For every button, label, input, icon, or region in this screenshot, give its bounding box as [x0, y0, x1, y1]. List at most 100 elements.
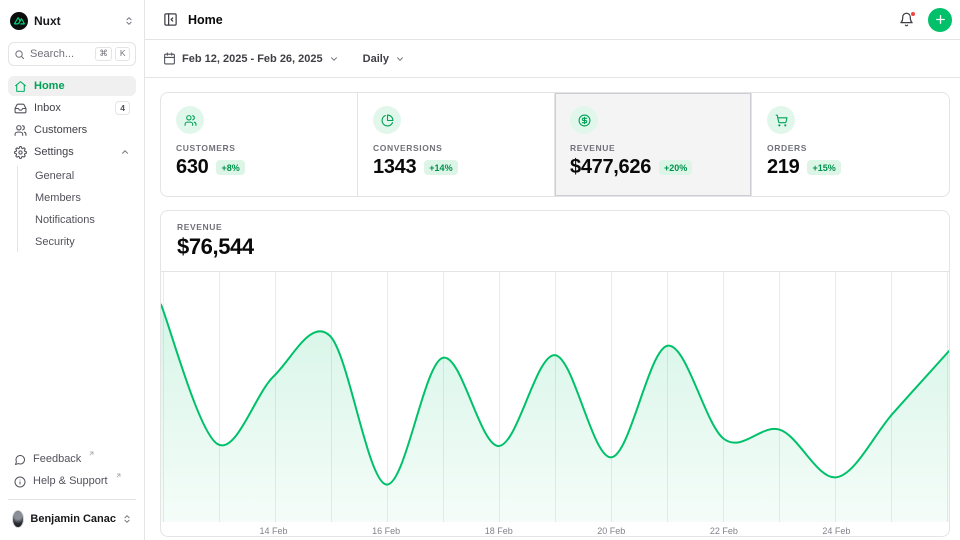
user-name: Benjamin Canac — [30, 513, 116, 525]
sidebar-item-label: Inbox — [34, 102, 61, 114]
filters-toolbar: Feb 12, 2025 - Feb 26, 2025 Daily — [145, 40, 960, 78]
chevron-down-icon — [395, 54, 405, 64]
stat-label: ORDERS — [767, 143, 934, 153]
stat-label: REVENUE — [570, 143, 736, 153]
stat-value: 219 — [767, 156, 799, 179]
sidebar-subitem-label: General — [35, 170, 74, 182]
stat-card-conversions[interactable]: CONVERSIONS 1343 +14% — [358, 93, 555, 196]
date-range-picker[interactable]: Feb 12, 2025 - Feb 26, 2025 — [163, 52, 339, 65]
stat-delta-badge: +15% — [807, 160, 840, 175]
sidebar-item-home[interactable]: Home — [8, 76, 136, 96]
sidebar-item-security[interactable]: Security — [18, 232, 136, 252]
kbd-k: K — [115, 47, 130, 60]
notification-dot — [910, 11, 916, 17]
stats-row: CUSTOMERS 630 +8% CONVERSIONS 1343 +14% — [160, 92, 950, 197]
feedback-link[interactable]: Feedback — [8, 451, 136, 471]
revenue-chart-card: REVENUE $76,544 — [160, 210, 950, 537]
workspace-switcher[interactable]: Nuxt — [8, 10, 136, 32]
footer-link-label: Help & Support — [33, 475, 108, 487]
help-support-link[interactable]: Help & Support — [8, 473, 136, 493]
stat-card-customers[interactable]: CUSTOMERS 630 +8% — [161, 93, 358, 196]
pie-chart-icon — [373, 106, 401, 134]
revenue-area-chart[interactable] — [161, 272, 949, 522]
sidebar-item-general[interactable]: General — [18, 166, 136, 186]
x-tick-label: 18 Feb — [485, 526, 513, 536]
main-panel: Home Feb 12, 2025 - Feb 26, 2025 — [145, 0, 960, 540]
stat-label: CUSTOMERS — [176, 143, 342, 153]
stat-delta-badge: +8% — [216, 160, 244, 175]
message-circle-icon — [14, 454, 26, 466]
user-menu[interactable]: Benjamin Canac — [8, 508, 136, 530]
cart-icon — [767, 106, 795, 134]
stat-delta-badge: +20% — [659, 160, 692, 175]
chevron-up-down-icon — [122, 514, 132, 524]
sidebar-spacer — [0, 254, 144, 451]
sidebar-subitem-label: Members — [35, 192, 81, 204]
search-icon — [14, 49, 25, 60]
x-tick-label: 16 Feb — [372, 526, 400, 536]
sidebar-item-notifications[interactable]: Notifications — [18, 210, 136, 230]
sidebar-item-label: Settings — [34, 146, 74, 158]
sidebar-item-label: Customers — [34, 124, 87, 136]
home-icon — [14, 80, 27, 93]
gear-icon — [14, 146, 27, 159]
page-title: Home — [188, 13, 223, 27]
sidebar-item-label: Home — [34, 80, 65, 92]
circle-dollar-icon — [570, 106, 598, 134]
period-value: Daily — [363, 53, 389, 65]
date-range-value: Feb 12, 2025 - Feb 26, 2025 — [182, 53, 323, 65]
sidebar-item-inbox[interactable]: Inbox 4 — [8, 98, 136, 118]
page-header: Home — [145, 0, 960, 40]
settings-submenu: General Members Notifications Security — [17, 166, 136, 252]
search-placeholder: Search... — [30, 48, 74, 60]
stat-label: CONVERSIONS — [373, 143, 539, 153]
sidebar-subitem-label: Notifications — [35, 214, 95, 226]
sidebar-item-settings[interactable]: Settings — [8, 142, 136, 162]
chevron-up-icon — [120, 147, 130, 157]
dashboard-content: CUSTOMERS 630 +8% CONVERSIONS 1343 +14% — [145, 78, 960, 540]
chart-title: REVENUE — [177, 222, 933, 232]
chart-total-value: $76,544 — [177, 234, 933, 260]
sidebar-subitem-label: Security — [35, 236, 75, 248]
inbox-icon — [14, 102, 27, 115]
sidebar-divider — [8, 499, 136, 500]
x-tick-label: 20 Feb — [597, 526, 625, 536]
chart-header: REVENUE $76,544 — [161, 211, 949, 272]
chevron-up-down-icon — [124, 16, 134, 26]
stat-card-revenue[interactable]: REVENUE $477,626 +20% — [555, 93, 752, 196]
workspace-name: Nuxt — [34, 14, 61, 28]
chevron-down-icon — [329, 54, 339, 64]
sidebar-collapse-button[interactable] — [163, 12, 178, 27]
period-select[interactable]: Daily — [363, 53, 405, 65]
calendar-icon — [163, 52, 176, 65]
plus-icon — [934, 13, 947, 26]
sidebar-footer-links: Feedback Help & Support — [0, 451, 144, 506]
chart-body: 14 Feb 16 Feb 18 Feb 20 Feb 22 Feb 24 Fe… — [161, 272, 949, 537]
users-icon — [14, 124, 27, 137]
sidebar-item-members[interactable]: Members — [18, 188, 136, 208]
x-tick-label: 22 Feb — [710, 526, 738, 536]
stat-value: 630 — [176, 156, 208, 179]
search-kbd-shortcut: ⌘K — [95, 47, 130, 60]
stat-value: 1343 — [373, 156, 416, 179]
app-window: Nuxt Search... ⌘K Home — [0, 0, 960, 540]
sidebar: Nuxt Search... ⌘K Home — [0, 0, 145, 540]
nuxt-logo-icon — [10, 12, 28, 30]
footer-link-label: Feedback — [33, 453, 81, 465]
info-circle-icon — [14, 476, 26, 488]
search-input[interactable]: Search... ⌘K — [8, 42, 136, 66]
kbd-cmd: ⌘ — [95, 47, 113, 60]
arrow-up-right-icon — [88, 450, 95, 457]
inbox-count-badge: 4 — [115, 101, 130, 115]
add-button[interactable] — [928, 8, 952, 32]
stat-card-orders[interactable]: ORDERS 219 +15% — [752, 93, 949, 196]
sidebar-item-customers[interactable]: Customers — [8, 120, 136, 140]
stat-value: $477,626 — [570, 156, 651, 179]
x-tick-label: 24 Feb — [822, 526, 850, 536]
header-actions — [897, 8, 952, 32]
avatar — [12, 510, 24, 528]
x-tick-label: 14 Feb — [260, 526, 288, 536]
sidebar-nav: Home Inbox 4 Customers Settings — [0, 76, 144, 254]
notifications-button[interactable] — [897, 10, 916, 29]
stat-delta-badge: +14% — [424, 160, 457, 175]
